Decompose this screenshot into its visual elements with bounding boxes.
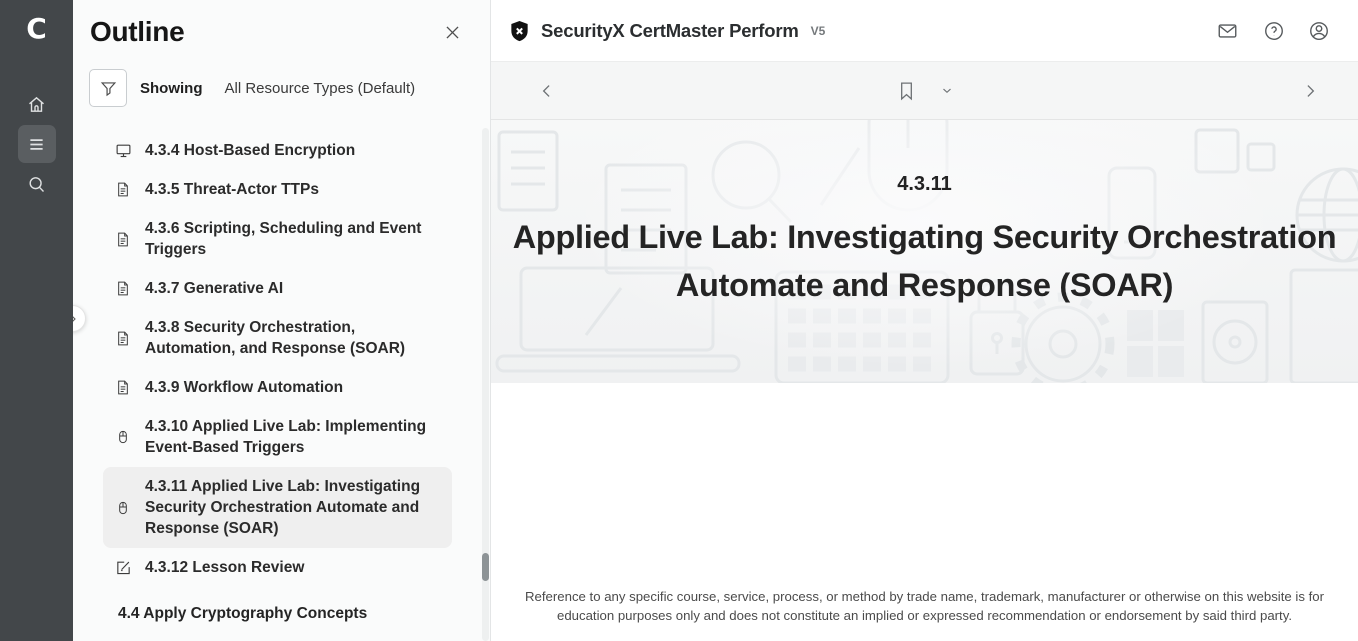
outline-item-label: 4.3.12 Lesson Review	[145, 557, 304, 578]
outline-item[interactable]: 4.3.5 Threat-Actor TTPs	[103, 170, 452, 209]
lesson-title: Applied Live Lab: Investigating Security…	[491, 213, 1358, 309]
outline-item[interactable]: 4.3.9 Workflow Automation	[103, 368, 452, 407]
outline-scrollbar[interactable]	[482, 128, 489, 641]
chevron-right-icon	[1300, 81, 1320, 101]
outline-scrollbar-thumb[interactable]	[482, 553, 489, 581]
outline-item-label: 4.3.10 Applied Live Lab: Implementing Ev…	[145, 416, 440, 458]
lesson-banner: 4.3.11 Applied Live Lab: Investigating S…	[491, 120, 1358, 383]
outline-item-label: 4.3.9 Workflow Automation	[145, 377, 343, 398]
help-icon	[1263, 20, 1285, 42]
course-title: SecurityX CertMaster Perform	[541, 20, 799, 42]
filter-row: Showing All Resource Types (Default)	[89, 69, 490, 107]
outline-list-icon	[26, 134, 47, 155]
rail-nav	[0, 85, 73, 203]
close-icon	[443, 23, 462, 42]
main-header: SecurityX CertMaster Perform v5	[491, 0, 1358, 61]
mouse-icon	[115, 499, 132, 517]
lesson-number: 4.3.11	[491, 173, 1358, 196]
comptia-logo[interactable]: C	[17, 12, 57, 45]
main-area: SecurityX CertMaster Perform v5	[491, 0, 1358, 641]
outline-item-label: 4.3.5 Threat-Actor TTPs	[145, 179, 319, 200]
messages-button[interactable]	[1213, 18, 1242, 44]
search-icon	[26, 174, 47, 195]
outline-button[interactable]	[18, 125, 56, 163]
outline-item[interactable]: 4.3.8 Security Orchestration, Automation…	[103, 308, 452, 368]
left-rail: C	[0, 0, 73, 641]
outline-item-selected[interactable]: 4.3.11 Applied Live Lab: Investigating S…	[103, 467, 452, 548]
outline-item-label: 4.3.4 Host-Based Encryption	[145, 140, 355, 161]
account-button[interactable]	[1306, 18, 1332, 44]
document-icon	[115, 379, 132, 396]
outline-item-label: 4.3.7 Generative AI	[145, 278, 283, 299]
search-button[interactable]	[18, 165, 56, 203]
document-icon	[115, 181, 132, 198]
outline-item[interactable]: 4.3.12 Lesson Review	[103, 548, 452, 587]
bookmark-controls	[894, 77, 956, 104]
home-button[interactable]	[18, 85, 56, 123]
outline-list: 4.3.4 Host-Based Encryption 4.3.5 Threat…	[73, 131, 490, 631]
edit-icon	[115, 559, 132, 576]
brand: SecurityX CertMaster Perform v5	[508, 19, 825, 43]
document-icon	[115, 330, 132, 347]
outline-panel-title: Outline	[90, 16, 184, 48]
previous-page-button[interactable]	[535, 79, 559, 103]
filter-button[interactable]	[89, 69, 127, 107]
bookmark-menu-button[interactable]	[938, 82, 956, 100]
outline-item[interactable]: 4.3.10 Applied Live Lab: Implementing Ev…	[103, 407, 452, 467]
bookmark-button[interactable]	[894, 77, 919, 104]
monitor-icon	[115, 142, 132, 159]
document-icon	[115, 280, 132, 297]
filter-showing-label: Showing	[140, 80, 203, 97]
next-page-button[interactable]	[1298, 79, 1322, 103]
securityx-shield-icon	[508, 19, 531, 43]
lesson-toolbar	[491, 61, 1358, 120]
outline-item-label: 4.3.8 Security Orchestration, Automation…	[145, 317, 440, 359]
outline-item[interactable]: 4.3.4 Host-Based Encryption	[103, 131, 452, 170]
outline-item-label: 4.3.11 Applied Live Lab: Investigating S…	[145, 476, 440, 539]
chevron-down-icon	[940, 84, 954, 98]
mouse-icon	[115, 428, 132, 446]
outline-item-label: 4.3.6 Scripting, Scheduling and Event Tr…	[145, 218, 440, 260]
close-outline-button[interactable]	[439, 19, 466, 46]
lesson-body: Reference to any specific course, servic…	[491, 383, 1358, 641]
course-version: v5	[811, 24, 826, 38]
filter-funnel-icon	[99, 79, 118, 98]
mail-icon	[1215, 20, 1240, 42]
home-icon	[26, 94, 47, 115]
help-button[interactable]	[1261, 18, 1287, 44]
document-icon	[115, 231, 132, 248]
bookmark-icon	[896, 79, 917, 102]
disclaimer-text: Reference to any specific course, servic…	[525, 588, 1325, 625]
filter-value: All Resource Types (Default)	[225, 80, 416, 97]
outline-section-4-4[interactable]: 4.4 Apply Cryptography Concepts	[118, 597, 452, 631]
chevron-left-icon	[537, 81, 557, 101]
outline-item[interactable]: 4.3.7 Generative AI	[103, 269, 452, 308]
outline-item[interactable]: 4.3.6 Scripting, Scheduling and Event Tr…	[103, 209, 452, 269]
outline-panel: Outline Showing All Resource Types (Defa…	[73, 0, 491, 641]
account-icon	[1308, 20, 1330, 42]
header-actions	[1213, 18, 1332, 44]
